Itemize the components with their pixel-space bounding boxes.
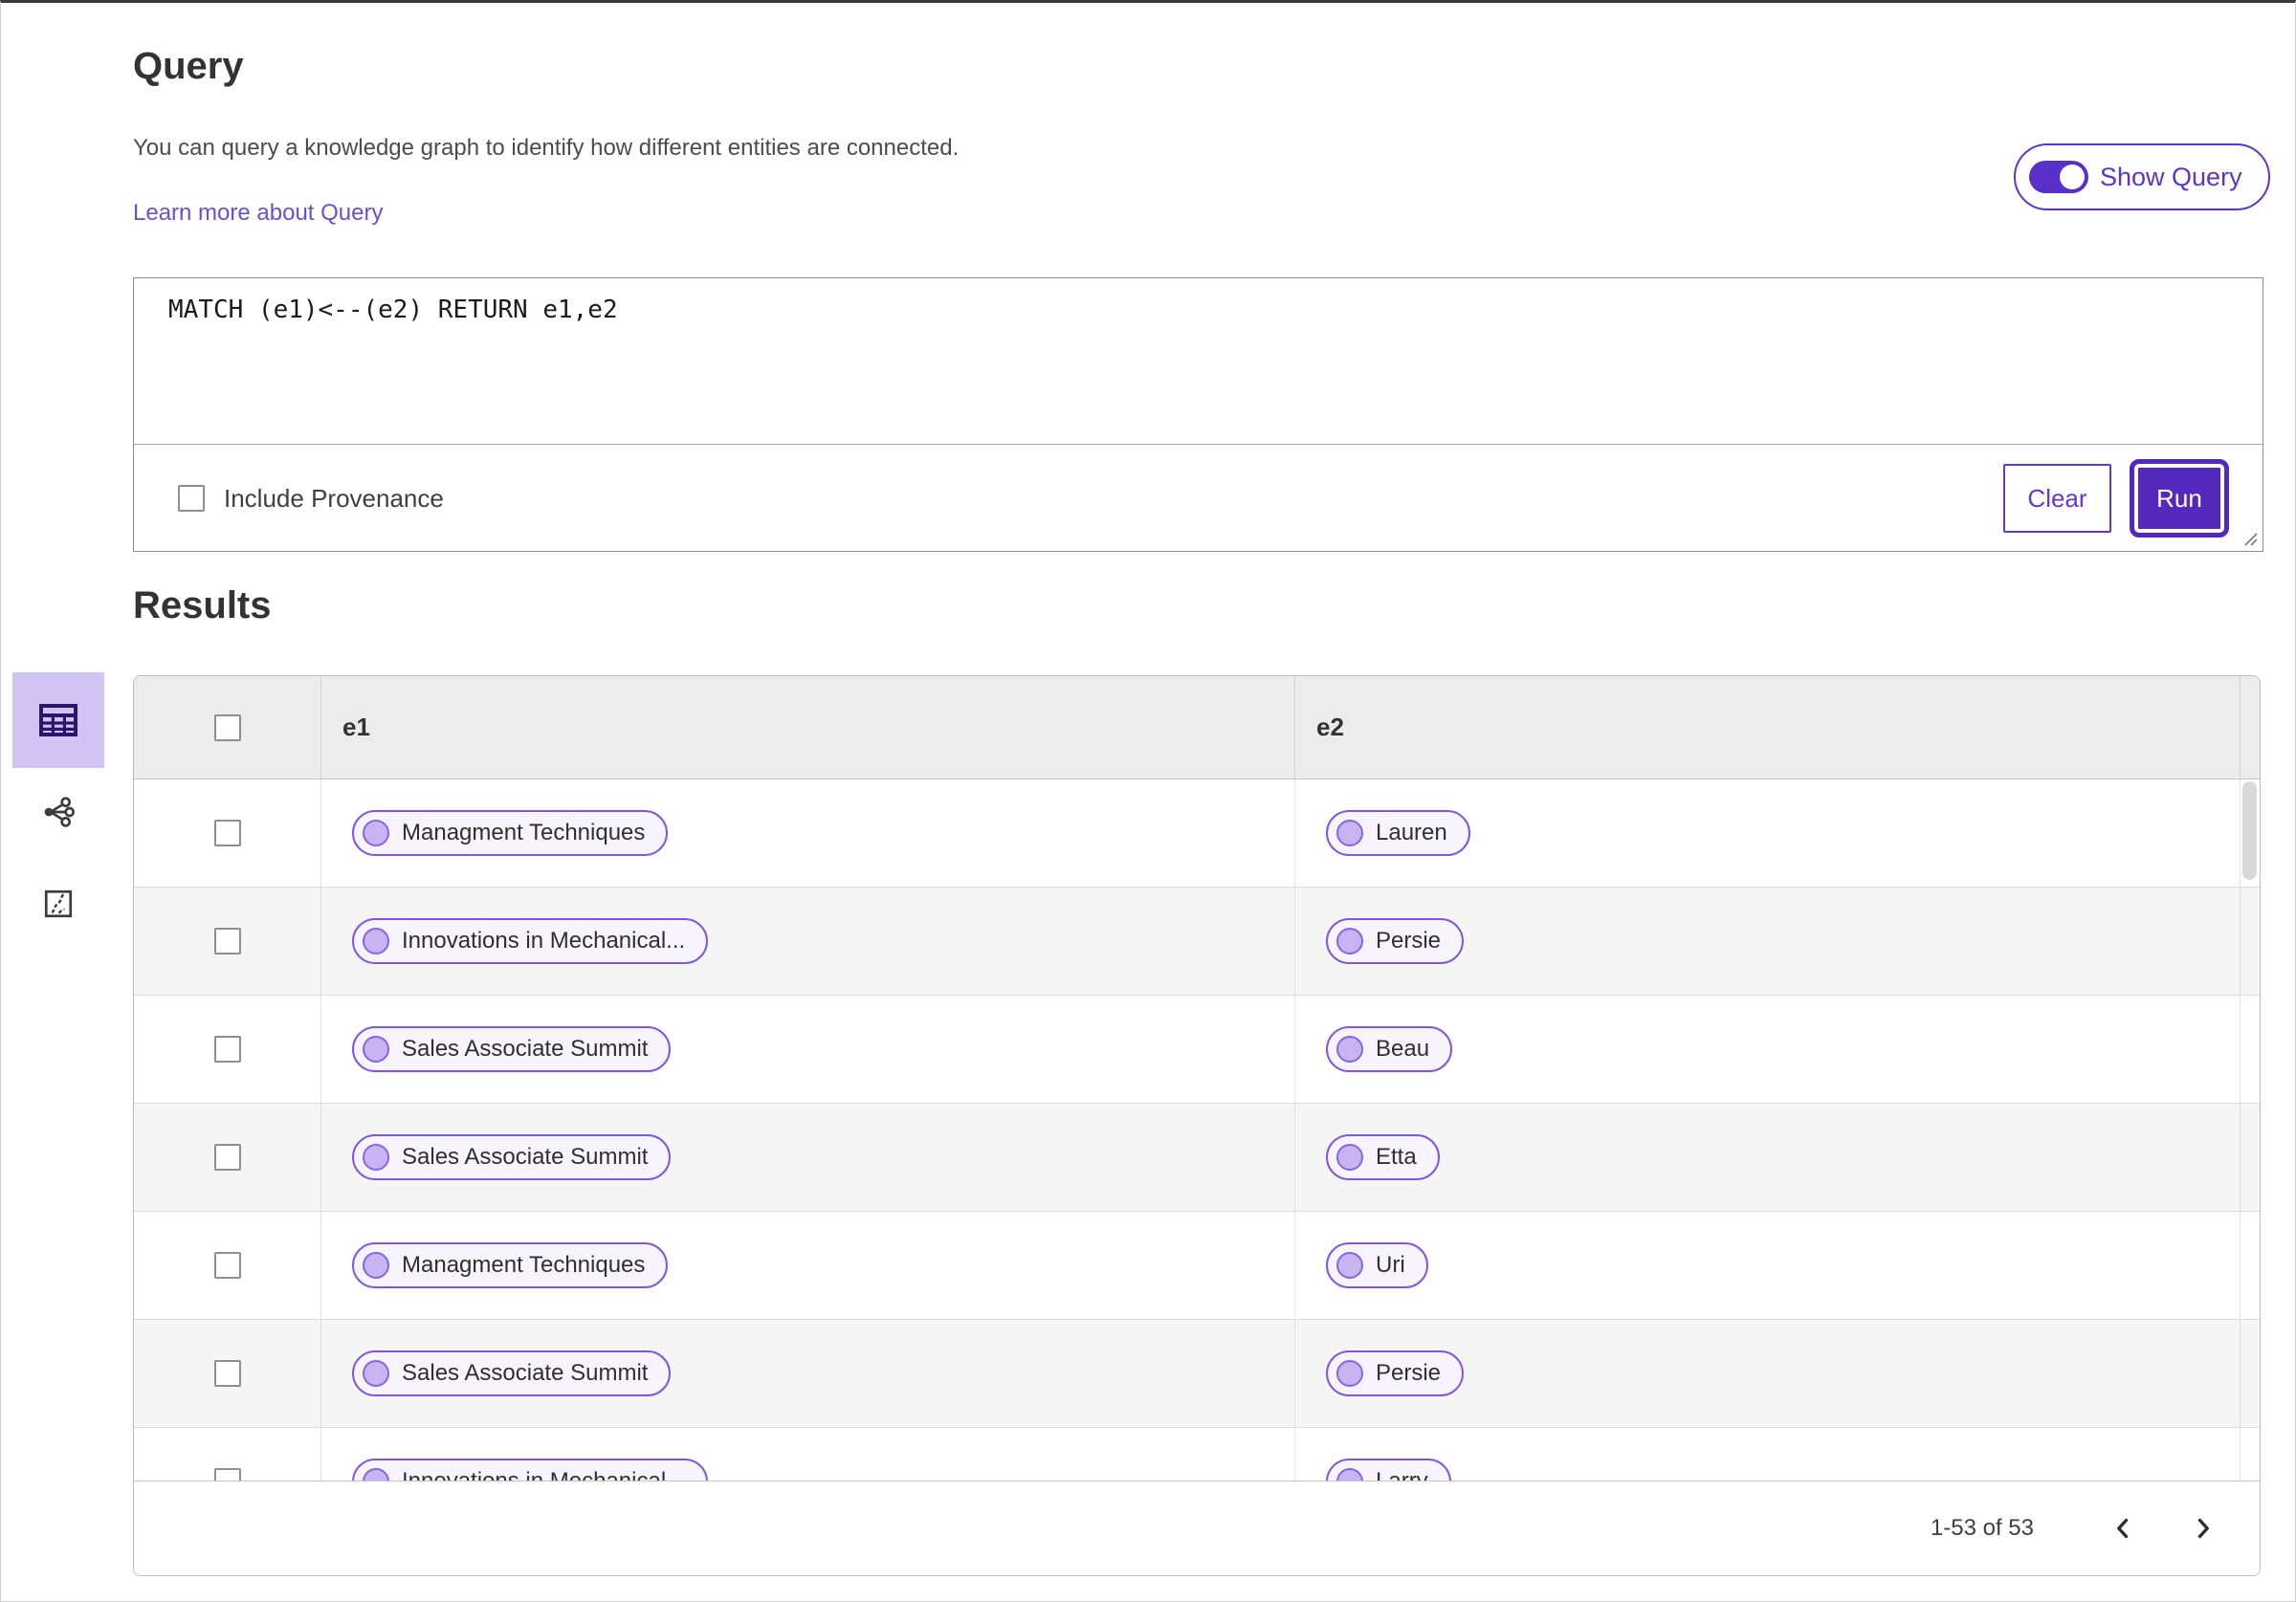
entity-node-icon: [363, 1468, 389, 1481]
entity-label: Managment Techniques: [402, 820, 646, 845]
entity-label: Lauren: [1376, 820, 1447, 845]
entity-pill-e2[interactable]: Beau: [1326, 1026, 1453, 1072]
column-header-e2[interactable]: e2: [1295, 676, 2241, 779]
include-provenance-label: Include Provenance: [224, 483, 444, 513]
table-row: Innovations in Mechanical... Persie: [134, 888, 2260, 996]
row-checkbox[interactable]: [213, 1036, 241, 1063]
entity-pill-e1[interactable]: Sales Associate Summit: [352, 1134, 672, 1180]
table-row: Sales Associate Summit Etta: [134, 1104, 2260, 1212]
table-row: Managment Techniques Uri: [134, 1212, 2260, 1320]
graph-view-button[interactable]: [12, 793, 104, 831]
results-title: Results: [133, 584, 272, 626]
entity-pill-e2[interactable]: Etta: [1326, 1134, 1440, 1180]
entity-label: Persie: [1376, 928, 1442, 954]
entity-pill-e2[interactable]: Larry: [1326, 1459, 1451, 1481]
entity-node-icon: [1336, 928, 1363, 955]
toggle-knob: [2060, 165, 2085, 189]
entity-node-icon: [1336, 1468, 1363, 1481]
graph-view-icon: [44, 797, 76, 827]
table-row: Managment Techniques Lauren: [134, 779, 2260, 888]
row-checkbox[interactable]: [213, 1360, 241, 1387]
entity-pill-e1[interactable]: Sales Associate Summit: [352, 1026, 672, 1072]
chevron-right-icon: [2197, 1518, 2209, 1539]
entity-node-icon: [363, 820, 389, 846]
entity-pill-e2[interactable]: Persie: [1326, 918, 1465, 964]
table-row: Sales Associate Summit Beau: [134, 996, 2260, 1104]
row-checkbox[interactable]: [213, 1468, 241, 1481]
next-page-button[interactable]: [2181, 1506, 2225, 1550]
learn-more-link[interactable]: Learn more about Query: [133, 200, 383, 227]
entity-label: Beau: [1376, 1036, 1430, 1062]
table-footer: 1-53 of 53: [134, 1481, 2260, 1575]
page-title: Query: [133, 45, 244, 87]
table-view-icon: [39, 704, 77, 736]
entity-node-icon: [1336, 820, 1363, 846]
entity-node-icon: [363, 1360, 389, 1387]
query-page: Query You can query a knowledge graph to…: [0, 0, 2296, 1602]
map-view-button[interactable]: [12, 885, 104, 923]
show-query-label: Show Query: [2100, 162, 2242, 191]
pagination-range: 1-53 of 53: [1930, 1515, 2034, 1541]
entity-node-icon: [1336, 1360, 1363, 1387]
entity-node-icon: [1336, 1144, 1363, 1171]
entity-node-icon: [363, 1252, 389, 1279]
clear-button[interactable]: Clear: [2003, 464, 2111, 533]
resize-handle-icon[interactable]: [2242, 531, 2258, 546]
map-view-icon: [44, 889, 73, 918]
entity-pill-e1[interactable]: Managment Techniques: [352, 810, 669, 856]
table-row: Innovations in Mechanical... Larry: [134, 1428, 2260, 1481]
row-checkbox[interactable]: [213, 928, 241, 955]
entity-node-icon: [1336, 1036, 1363, 1063]
column-header-e1[interactable]: e1: [321, 676, 1295, 779]
entity-label: Managment Techniques: [402, 1252, 646, 1278]
entity-node-icon: [363, 928, 389, 955]
entity-label: Sales Associate Summit: [402, 1360, 649, 1386]
select-all-checkbox[interactable]: [213, 713, 241, 741]
entity-label: Innovations in Mechanical...: [402, 928, 686, 954]
query-description: You can query a knowledge graph to ident…: [133, 135, 960, 161]
entity-pill-e1[interactable]: Innovations in Mechanical...: [352, 918, 709, 964]
entity-label: Etta: [1376, 1144, 1417, 1170]
entity-label: Uri: [1376, 1252, 1405, 1278]
include-provenance-checkbox[interactable]: [178, 485, 205, 512]
entity-pill-e1[interactable]: Managment Techniques: [352, 1242, 669, 1288]
results-table-body: Managment Techniques Lauren Innovations …: [134, 779, 2260, 1481]
row-checkbox[interactable]: [213, 820, 241, 846]
table-header: e1 e2: [134, 676, 2260, 779]
entity-label: Sales Associate Summit: [402, 1036, 649, 1062]
entity-pill-e2[interactable]: Lauren: [1326, 810, 1470, 856]
entity-node-icon: [1336, 1252, 1363, 1279]
entity-label: Larry: [1376, 1468, 1428, 1481]
entity-pill-e1[interactable]: Sales Associate Summit: [352, 1350, 672, 1396]
scrollbar-gutter: [2241, 676, 2260, 779]
chevron-left-icon: [2117, 1518, 2129, 1539]
entity-node-icon: [363, 1144, 389, 1171]
previous-page-button[interactable]: [2101, 1506, 2145, 1550]
table-row: Sales Associate Summit Persie: [134, 1320, 2260, 1428]
row-checkbox[interactable]: [213, 1252, 241, 1279]
entity-pill-e2[interactable]: Persie: [1326, 1350, 1465, 1396]
query-editor[interactable]: MATCH (e1)<--(e2) RETURN e1,e2: [134, 278, 2263, 445]
entity-node-icon: [363, 1036, 389, 1063]
entity-label: Sales Associate Summit: [402, 1144, 649, 1170]
entity-label: Innovations in Mechanical...: [402, 1468, 685, 1481]
query-controls: Include Provenance Clear Run: [134, 445, 2263, 552]
results-table: e1 e2 Managment Techniques Lauren Innova…: [133, 675, 2261, 1576]
row-checkbox[interactable]: [213, 1144, 241, 1171]
run-button[interactable]: Run: [2130, 459, 2229, 538]
entity-pill-e1[interactable]: Innovations in Mechanical...: [352, 1459, 709, 1481]
table-view-button[interactable]: [12, 672, 104, 768]
entity-pill-e2[interactable]: Uri: [1326, 1242, 1428, 1288]
entity-label: Persie: [1376, 1360, 1442, 1386]
vertical-scrollbar[interactable]: [2242, 781, 2257, 880]
query-panel: MATCH (e1)<--(e2) RETURN e1,e2 Include P…: [133, 277, 2263, 552]
show-query-toggle[interactable]: Show Query: [2014, 143, 2270, 210]
toggle-switch-icon[interactable]: [2029, 161, 2088, 193]
